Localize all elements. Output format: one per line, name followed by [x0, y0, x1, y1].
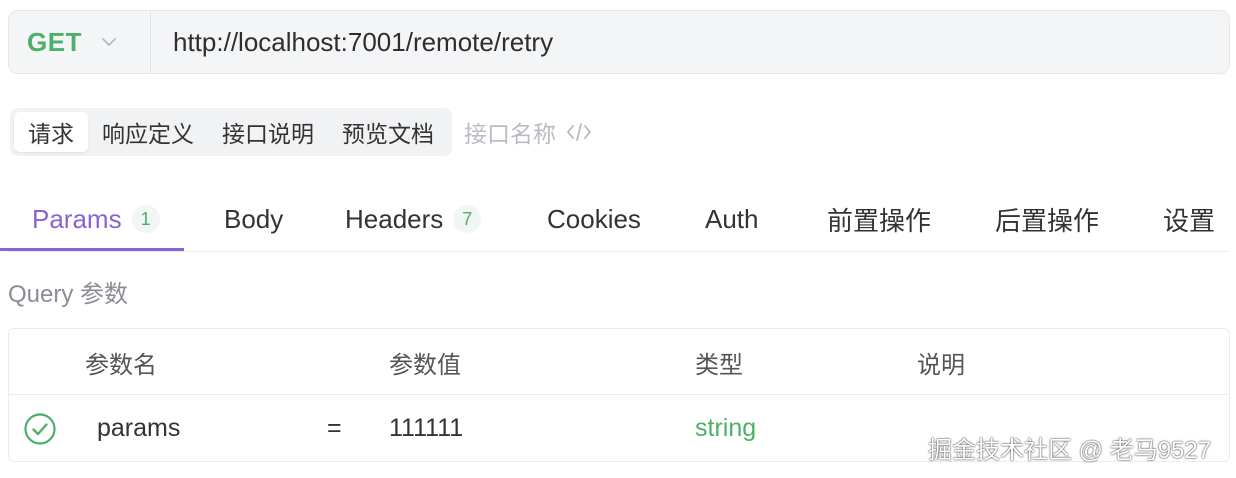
tab-auth-label: Auth [705, 203, 759, 234]
tab-cookies[interactable]: Cookies [547, 186, 641, 252]
tab-body[interactable]: Body [224, 186, 283, 252]
column-header-type: 类型 [695, 351, 743, 379]
segment-response-definition[interactable]: 响应定义 [88, 112, 208, 152]
tab-pre-script[interactable]: 前置操作 [827, 186, 931, 252]
tab-cookies-label: Cookies [547, 203, 641, 234]
api-name-placeholder: 接口名称 [464, 121, 556, 147]
params-count-badge: 1 [131, 205, 160, 233]
segment-request[interactable]: 请求 [14, 112, 88, 152]
query-params-title: Query 参数 [8, 281, 129, 308]
param-name-cell[interactable]: params [97, 395, 180, 461]
method-label: GET [27, 26, 82, 57]
tab-headers[interactable]: Headers 7 [345, 186, 482, 252]
method-select[interactable]: GET [9, 11, 151, 73]
table-header: 参数名 参数值 类型 说明 [9, 329, 1229, 395]
param-type-cell[interactable]: string [695, 395, 756, 461]
tab-post-script-label: 后置操作 [995, 205, 1100, 236]
tab-post-script[interactable]: 后置操作 [995, 186, 1099, 252]
check-circle-icon[interactable] [23, 412, 57, 446]
tab-pre-script-label: 前置操作 [827, 205, 932, 236]
watermark: 掘金技术社区 @ 老马9527 [928, 437, 1212, 464]
param-operator: = [327, 413, 342, 442]
request-mode-row: 请求 响应定义 接口说明 预览文档 接口名称 [10, 108, 592, 156]
request-tabs: Params 1 Body Headers 7 Cookies Auth 前置操… [8, 186, 1230, 252]
active-tab-indicator [0, 248, 184, 251]
mode-segmented-control: 请求 响应定义 接口说明 预览文档 [10, 108, 452, 156]
tab-body-label: Body [224, 203, 284, 234]
code-icon[interactable] [566, 122, 592, 142]
api-request-panel: GET http://localhost:7001/remote/retry 请… [0, 0, 1236, 478]
chevron-down-icon [102, 38, 116, 46]
tab-settings-label: 设置 [1163, 205, 1216, 236]
tab-headers-label: Headers [345, 203, 444, 234]
segment-api-description[interactable]: 接口说明 [208, 112, 328, 152]
column-header-value: 参数值 [389, 351, 461, 379]
headers-count-badge: 7 [453, 205, 482, 233]
tab-settings[interactable]: 设置 [1163, 186, 1215, 252]
api-name-input[interactable]: 接口名称 [464, 115, 592, 149]
tab-params[interactable]: Params 1 [32, 186, 160, 252]
url-input[interactable]: http://localhost:7001/remote/retry [151, 27, 553, 58]
column-header-name: 参数名 [85, 351, 157, 379]
param-value-cell[interactable]: 111111 [389, 395, 463, 461]
column-header-description: 说明 [917, 351, 965, 379]
segment-preview-docs[interactable]: 预览文档 [328, 112, 448, 152]
url-bar: GET http://localhost:7001/remote/retry [8, 10, 1230, 74]
tab-params-label: Params [32, 203, 122, 234]
tab-auth[interactable]: Auth [705, 186, 759, 252]
